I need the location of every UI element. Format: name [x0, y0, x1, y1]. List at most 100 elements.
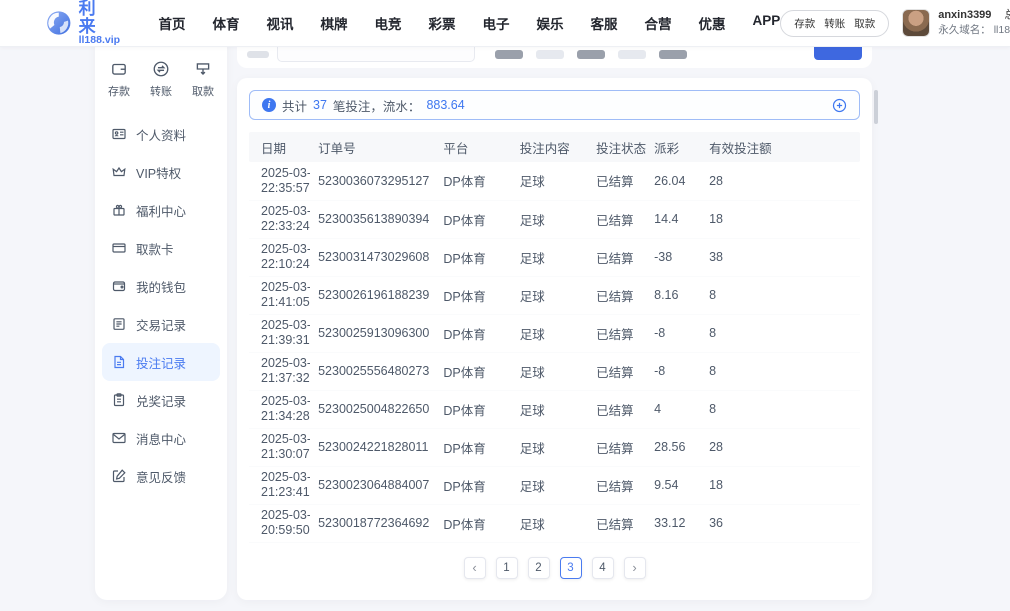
page-button-3[interactable]: 3 — [560, 557, 582, 579]
date-tab[interactable] — [495, 50, 523, 59]
cell-valid-amount: 8 — [701, 314, 860, 352]
brand-logo-text: 利 来 ll188.vip — [79, 0, 125, 46]
sidebar-item-label: 个人资料 — [136, 125, 186, 144]
cell-order-number: 5230018772364692 — [310, 504, 435, 542]
cell-payout: -38 — [646, 238, 701, 276]
sidebar-item-withdraw-card[interactable]: 取款卡 — [102, 229, 220, 267]
sidebar-item-transactions[interactable]: 交易记录 — [102, 305, 220, 343]
nav-item-promo[interactable]: 优惠 — [698, 13, 725, 33]
cell-platform: DP体育 — [435, 428, 511, 466]
date-tab[interactable] — [577, 50, 605, 59]
deposit-icon — [110, 60, 128, 78]
cell-valid-amount: 28 — [701, 162, 860, 200]
cell-bet-content: 足球 — [512, 200, 588, 238]
bet-date: 2025-03-30 — [261, 508, 302, 523]
gift-icon — [111, 202, 127, 218]
transfer-icon — [152, 60, 170, 78]
nav-item-slots[interactable]: 电子 — [482, 13, 509, 33]
nav-item-service[interactable]: 客服 — [590, 13, 617, 33]
pill-transfer-button[interactable]: 转账 — [824, 16, 845, 31]
table-row: 2025-03-30 21:30:07 5230024221828011 DP体… — [249, 428, 860, 466]
bet-time: 21:41:05 — [261, 295, 302, 310]
pill-withdraw-button[interactable]: 取款 — [854, 16, 875, 31]
cell-order-number: 5230024221828011 — [310, 428, 435, 466]
page-button-1[interactable]: 1 — [496, 557, 518, 579]
summary-count: 37 — [313, 98, 327, 112]
table-row: 2025-03-30 21:37:32 5230025556480273 DP体… — [249, 352, 860, 390]
cell-order-number: 5230025913096300 — [310, 314, 435, 352]
table-row: 2025-03-30 22:35:57 5230036073295127 DP体… — [249, 162, 860, 200]
date-tab[interactable] — [536, 50, 564, 59]
bet-date: 2025-03-30 — [261, 356, 302, 371]
nav-item-app[interactable]: APP — [752, 13, 780, 33]
page-button-2[interactable]: 2 — [528, 557, 550, 579]
brand-logo[interactable]: 利 来 ll188.vip — [46, 0, 124, 46]
pill-deposit-button[interactable]: 存款 — [794, 16, 815, 31]
date-tab[interactable] — [659, 50, 687, 59]
bet-date: 2025-03-30 — [261, 166, 302, 181]
nav-item-esports[interactable]: 电竞 — [374, 13, 401, 33]
nav-item-chess[interactable]: 棋牌 — [320, 13, 347, 33]
sidebar-item-welfare[interactable]: 福利中心 — [102, 191, 220, 229]
sidebar-item-profile[interactable]: 个人资料 — [102, 115, 220, 153]
cell-payout: 28.56 — [646, 428, 701, 466]
quick-transfer-button[interactable]: 转账 — [150, 60, 172, 99]
cell-valid-amount: 38 — [701, 238, 860, 276]
nav-item-live[interactable]: 视讯 — [266, 13, 293, 33]
nav-item-sports[interactable]: 体育 — [212, 13, 239, 33]
sidebar-item-redeem-records[interactable]: 兑奖记录 — [102, 381, 220, 419]
table-row: 2025-03-30 21:23:41 5230023064884007 DP体… — [249, 466, 860, 504]
next-page-button[interactable]: › — [624, 557, 646, 579]
cell-bet-content: 足球 — [512, 162, 588, 200]
brand-title: 利 来 — [79, 0, 125, 35]
cell-order-number: 5230025556480273 — [310, 352, 435, 390]
cell-payout: 26.04 — [646, 162, 701, 200]
page-button-4[interactable]: 4 — [592, 557, 614, 579]
quick-deposit-button[interactable]: 存款 — [108, 60, 130, 99]
scrollbar-thumb[interactable] — [874, 90, 878, 124]
cell-bet-content: 足球 — [512, 276, 588, 314]
col-platform: 平台 — [435, 132, 511, 162]
cell-bet-content: 足球 — [512, 314, 588, 352]
table-body: 2025-03-30 22:35:57 5230036073295127 DP体… — [249, 162, 860, 542]
sidebar-item-wallet[interactable]: 我的钱包 — [102, 267, 220, 305]
cell-platform: DP体育 — [435, 352, 511, 390]
col-order: 订单号 — [310, 132, 435, 162]
cell-valid-amount: 18 — [701, 466, 860, 504]
sidebar-item-vip[interactable]: VIP特权 — [102, 153, 220, 191]
nav-item-partner[interactable]: 合营 — [644, 13, 671, 33]
cell-order-number: 5230036073295127 — [310, 162, 435, 200]
avatar[interactable] — [902, 9, 930, 37]
prev-page-button[interactable]: ‹ — [464, 557, 486, 579]
nav-item-home[interactable]: 首页 — [158, 13, 185, 33]
bet-date: 2025-03-30 — [261, 204, 302, 219]
sidebar: 存款 转账 取款 个人资料 VIP特权 — [95, 28, 227, 600]
bet-time: 21:23:41 — [261, 485, 302, 500]
cell-payout: -8 — [646, 314, 701, 352]
sidebar-item-label: 福利中心 — [136, 201, 186, 220]
quick-withdraw-button[interactable]: 取款 — [192, 60, 214, 99]
username: anxin3399 — [938, 9, 991, 21]
bet-date: 2025-03-30 — [261, 318, 302, 333]
cell-date: 2025-03-30 21:39:31 — [249, 314, 310, 352]
cell-bet-content: 足球 — [512, 428, 588, 466]
cell-bet-status: 已结算 — [588, 314, 646, 352]
date-tab[interactable] — [618, 50, 646, 59]
cell-payout: 33.12 — [646, 504, 701, 542]
summary-prefix: 共计 — [282, 96, 307, 115]
sidebar-item-feedback[interactable]: 意见反馈 — [102, 457, 220, 495]
expand-summary-button[interactable] — [832, 98, 847, 113]
sidebar-item-messages[interactable]: 消息中心 — [102, 419, 220, 457]
user-line-2: 永久域名： ll188.vip | ll188.... — [938, 23, 1010, 38]
sidebar-item-label: 意见反馈 — [136, 467, 186, 486]
sidebar-item-bet-records[interactable]: 投注记录 — [102, 343, 220, 381]
cell-valid-amount: 28 — [701, 428, 860, 466]
col-content: 投注内容 — [512, 132, 588, 162]
sidebar-item-label: 取款卡 — [136, 239, 174, 258]
id-card-icon — [111, 126, 127, 142]
nav-item-lottery[interactable]: 彩票 — [428, 13, 455, 33]
table-row: 2025-03-30 21:39:31 5230025913096300 DP体… — [249, 314, 860, 352]
user-block: anxin3399 总资产： 1363.49元 永久域名： ll188.vip … — [902, 8, 1010, 38]
col-status: 投注状态 — [588, 132, 646, 162]
nav-item-casino[interactable]: 娱乐 — [536, 13, 563, 33]
